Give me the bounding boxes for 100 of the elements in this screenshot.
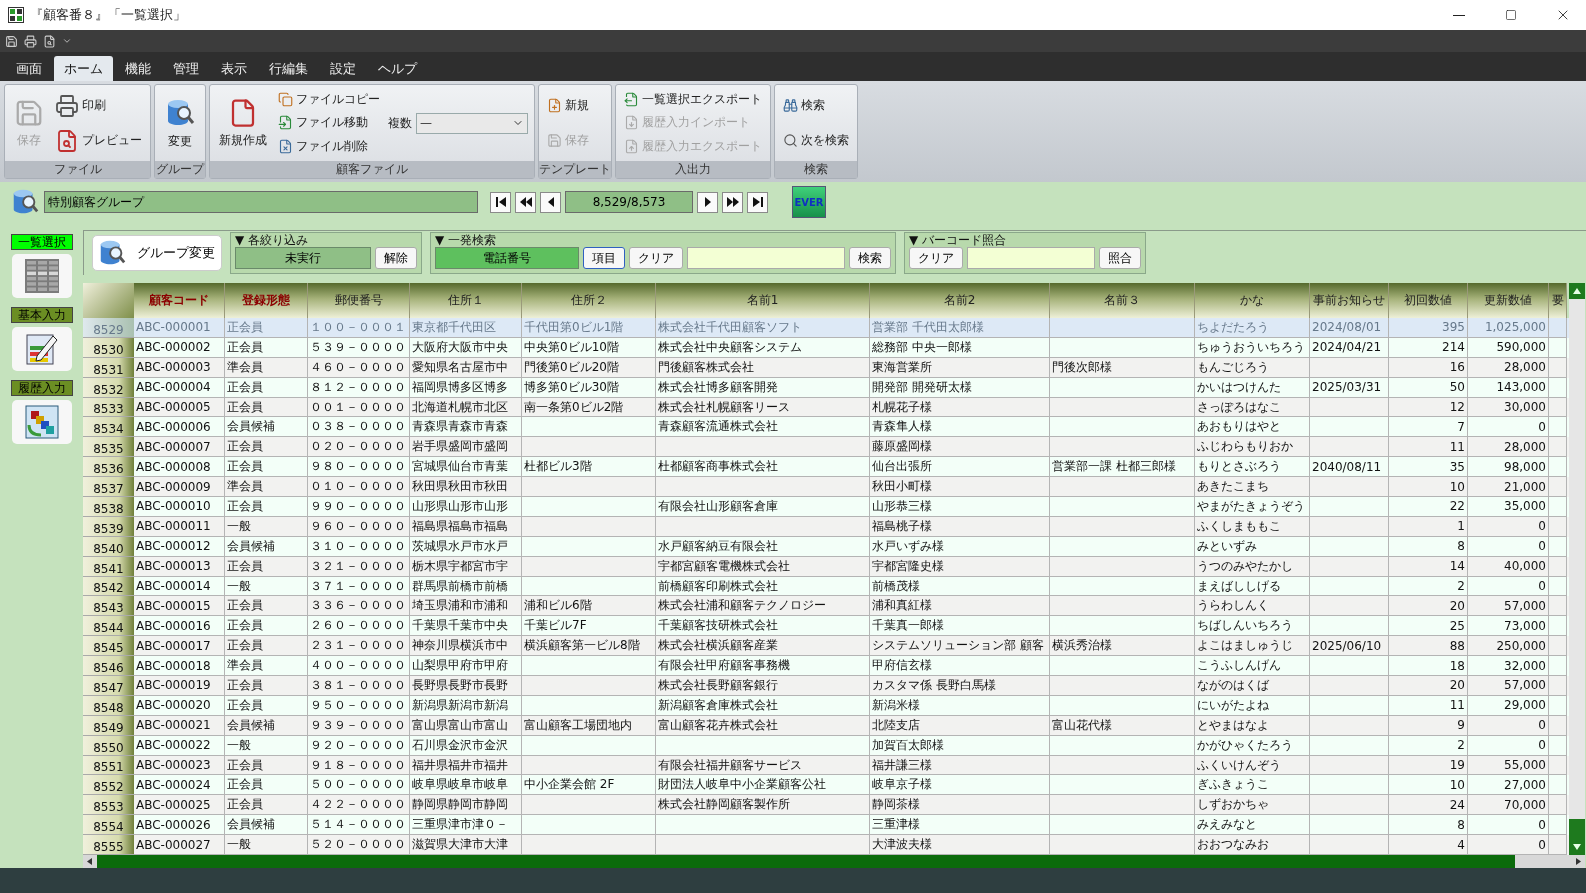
column-header[interactable]: 顧客コード	[134, 283, 225, 318]
column-header[interactable]: 要	[1549, 283, 1567, 318]
search-target-field[interactable]: 電話番号	[435, 247, 579, 269]
caret-icon[interactable]	[62, 36, 72, 46]
table-cell: 2025/03/31	[1310, 377, 1389, 398]
column-header[interactable]: 登録形態	[225, 283, 308, 318]
menu-tab[interactable]: 管理	[163, 56, 209, 81]
table-row[interactable]: 8550 ABC-000022 一般 ９２０－００００ 石川県金沢市金沢 加賀百太郎様 かがひゃくたろう 2 0	[83, 735, 1569, 756]
table-row[interactable]: 8532 ABC-000004 正会員 ８１２－００００ 福岡県博多区博多 博多第0ビル30階 株式会社博多顧客開発 開発部 開発研太様 かいはつけんた 2025/03/31 50 143,000	[83, 377, 1569, 398]
row-number: 8551	[83, 755, 134, 776]
nav-button[interactable]	[747, 191, 768, 213]
section-title: ▼ バーコード照合	[909, 233, 1008, 247]
column-header[interactable]: かな	[1195, 283, 1310, 318]
preview-icon[interactable]	[43, 34, 56, 48]
row-number: 8549	[83, 715, 134, 736]
table-row[interactable]: 8549 ABC-000021 会員候補 ９３９－００００ 富山県富山市富山 富山顧客工場団地内 富山顧客花卉株式会社 北陸支店 富山花代様 とやまはなよ 9 0	[83, 715, 1569, 736]
table-row[interactable]: 8537 ABC-000009 準会員 ０１０－００００ 秋田県秋田市秋田 秋田小町様 あきたこまち 10 21,000	[83, 477, 1569, 497]
ribbon-button[interactable]: 新規作成	[216, 88, 270, 158]
column-header[interactable]: 名前2	[870, 283, 1050, 318]
scroll-thumb[interactable]	[1569, 819, 1585, 840]
ribbon-button[interactable]: 次を検索	[781, 131, 851, 150]
nav-button[interactable]	[540, 191, 561, 213]
table-cell: 新潟顧客倉庫株式会社	[656, 695, 870, 716]
nav-button[interactable]	[697, 191, 718, 213]
column-header[interactable]: 初回数値	[1389, 283, 1468, 318]
table-row[interactable]: 8546 ABC-000018 準会員 ４００－００００ 山梨県甲府市甲府 有限会社甲府顧客事務機 甲府信玄様 こうふしんげん 18 32,000	[83, 656, 1569, 677]
table-row[interactable]: 8541 ABC-000013 正会員 ３２１－００００ 栃木県宇都宮市宇 宇都宮顧客電機株式会社 宇都宮隆史様 うつのみやたかし 14 40,000	[83, 556, 1569, 577]
ribbon-button[interactable]: プレビュー	[53, 127, 144, 154]
ribbon-button[interactable]: ファイル移動	[276, 113, 382, 133]
menu-tab[interactable]: ホーム	[54, 56, 113, 81]
save-icon[interactable]	[5, 34, 18, 48]
table-row[interactable]: 8534 ABC-000006 会員候補 ０３８－００００ 青森県青森市青森 青森顧客流通株式会社 青森隼人様 あおもりはやと 7 0	[83, 417, 1569, 438]
ribbon-button[interactable]: 印刷	[53, 92, 144, 119]
table-row[interactable]: 8543 ABC-000015 正会員 ３３６－００００ 埼玉県浦和市浦和 浦和ビル6階 株式会社浦和顧客テクノロジー 浦和真紅様 うらわしんく 20 57,000	[83, 596, 1569, 617]
table-row[interactable]: 8555 ABC-000027 一般 ５２０－００００ 滋賀県大津市大津 大津波夫様 おおつなみお 4 0	[83, 835, 1569, 856]
ribbon-button[interactable]: 検索	[781, 96, 851, 115]
ribbon-button[interactable]: ファイルコピー	[276, 90, 382, 110]
table-row[interactable]: 8540 ABC-000012 会員候補 ３１０－００００ 茨城県水戸市水戸 水戸顧客納豆有限会社 水戸いずみ様 みといずみ 8 0	[83, 536, 1569, 557]
sidebar-button[interactable]	[11, 400, 72, 444]
ribbon-button[interactable]: 変更	[161, 88, 199, 158]
sidebar-button[interactable]	[11, 327, 72, 371]
clear-button[interactable]: クリア	[909, 247, 963, 269]
table-row[interactable]: 8538 ABC-000010 正会員 ９９０－００００ 山形県山形市山形 有限会社山形顧客倉庫 山形恭三様 やまがたきょうぞう 22 35,000	[83, 497, 1569, 517]
table-row[interactable]: 8552 ABC-000024 正会員 ５００－００００ 岐阜県岐阜市岐阜 中小企業会館 2F 財団法人岐阜中小企業顧客公社 岐阜京子様 ぎふきょうこ 10 27,000	[83, 775, 1569, 796]
table-row[interactable]: 8535 ABC-000007 正会員 ０２０－００００ 岩手県盛岡市盛岡 藤原盛岡様 ふじわらもりおか 11 28,000	[83, 437, 1569, 458]
column-header[interactable]: 住所１	[410, 283, 522, 318]
table-row[interactable]: 8529 ABC-000001 正会員 １００－０００１ 東京都千代田区 千代田第0ビル1階 株式会社千代田顧客ソフト 営業部 千代田太郎様 ちよだたろう 2024/08/01 395 1,025,000	[83, 318, 1569, 338]
nav-button[interactable]	[490, 191, 511, 213]
ribbon-button[interactable]: 新規	[545, 96, 591, 115]
group-change-button[interactable]: グループ変更	[92, 235, 222, 271]
table-cell: 143,000	[1468, 377, 1549, 398]
table-row[interactable]: 8542 ABC-000014 一般 ３７１－００００ 群馬県前橋市前橋 前橋顧客印刷株式会社 前橋茂様 まえばししげる 2 0	[83, 576, 1569, 597]
table-row[interactable]: 8553 ABC-000025 正会員 ４２２－００００ 静岡県静岡市静岡 株式会社静岡顧客製作所 静岡茶様 しずおかちゃ 24 70,000	[83, 795, 1569, 816]
row-number: 8543	[83, 596, 134, 617]
menu-tab[interactable]: 表示	[211, 56, 257, 81]
clear-button[interactable]: 解除	[375, 247, 417, 269]
table-row[interactable]: 8554 ABC-000026 会員候補 ５１４－００００ 三重県津市津０－ 三重津様 みえみなと 8 0	[83, 815, 1569, 836]
table-row[interactable]: 8548 ABC-000020 正会員 ９５０－００００ 新潟県新潟市新潟 新潟顧客倉庫株式会社 新潟米様 にいがたよね 11 29,000	[83, 695, 1569, 716]
scroll-down-button[interactable]	[1569, 839, 1585, 856]
table-row[interactable]: 8547 ABC-000019 正会員 ３８１－００００ 長野県長野市長野 株式会社長野顧客銀行 カスタマ係 長野白馬様 ながのはくば 20 57,000	[83, 676, 1569, 696]
menu-tab[interactable]: 行編集	[259, 56, 318, 81]
table-cell: カスタマ係 長野白馬様	[870, 676, 1050, 696]
column-header[interactable]: 名前３	[1050, 283, 1195, 318]
dropdown[interactable]: —	[416, 112, 528, 134]
ribbon-button[interactable]: 一覧選択エクスポート	[622, 90, 764, 110]
column-header[interactable]: 更新数値	[1468, 283, 1549, 318]
table-cell: ABC-000002	[134, 337, 225, 358]
group-field[interactable]: 特別顧客グループ	[44, 191, 478, 213]
column-header[interactable]: 郵便番号	[308, 283, 410, 318]
column-header[interactable]: 住所２	[522, 283, 656, 318]
item-button[interactable]: 項目	[583, 247, 625, 269]
menu-tab[interactable]: 画面	[6, 56, 52, 81]
menu-tab[interactable]: 設定	[320, 56, 366, 81]
table-row[interactable]: 8536 ABC-000008 正会員 ９８０－００００ 宮城県仙台市青葉 杜都ビル3階 杜都顧客商事株式会社 仙台出張所 営業部一課 杜都三郎様 もりとさぶろう 2040/08/11 35 98,000	[83, 457, 1569, 478]
table-row[interactable]: 8544 ABC-000016 正会員 ２６０－００００ 千葉県千葉市中央 千葉ビル7F 千葉顧客技研株式会社 千葉真一郎様 ちばしんいちろう 25 73,000	[83, 616, 1569, 637]
printer-icon[interactable]	[24, 34, 37, 48]
clear-button[interactable]: クリア	[629, 247, 683, 269]
vertical-scrollbar[interactable]	[1569, 283, 1585, 856]
table-row[interactable]: 8545 ABC-000017 正会員 ２３１－００００ 神奈川県横浜市中 横浜顧客第一ビル8階 株式会社横浜顧客産業 システムソリューション部 顧客 横浜秀治様 よこはましゅうじ 2025/06/10 88 250,000	[83, 636, 1569, 657]
search-button[interactable]: 検索	[849, 247, 891, 269]
table-row[interactable]: 8539 ABC-000011 一般 ９６０－００００ 福島県福島市福島 福島桃子様 ふくしまももこ 1 0	[83, 516, 1569, 537]
nav-button[interactable]	[515, 191, 536, 213]
column-header[interactable]: 名前1	[656, 283, 870, 318]
column-header[interactable]: 事前お知らせ	[1310, 283, 1389, 318]
table-row[interactable]: 8530 ABC-000002 正会員 ５３９－００００ 大阪府大阪市中央 中央第0ビル10階 株式会社中央顧客システム 総務部 中央一郎様 ちゅうおういちろう 2024/04/21 214 590,000	[83, 337, 1569, 358]
ribbon-button[interactable]: ファイル削除	[276, 136, 382, 156]
scroll-up-button[interactable]	[1569, 283, 1585, 299]
sidebar-button[interactable]	[11, 254, 72, 298]
group-title: 入出力	[616, 161, 770, 178]
search-field[interactable]	[687, 247, 845, 269]
table-row[interactable]: 8533 ABC-000005 正会員 ００１－００００ 北海道札幌市北区 南一条第0ビル2階 株式会社札幌顧客リース 札幌花子様 さっぽろはなこ 12 30,000	[83, 397, 1569, 418]
match-button[interactable]: 照合	[1099, 247, 1141, 269]
table-cell: ABC-000001	[134, 318, 225, 338]
table-row[interactable]: 8531 ABC-000003 準会員 ４６０－００００ 愛知県名古屋市中 門後第0ビル20階 門後顧客株式会社 東海営業所 門後次郎様 もんごじろう 16 28,000	[83, 357, 1569, 378]
table-row[interactable]: 8551 ABC-000023 正会員 ９１８－００００ 福井県福井市福井 有限会社福井顧客サービス 福井謙三様 ふくいけんぞう 19 55,000	[83, 755, 1569, 776]
menu-tab[interactable]: 機能	[115, 56, 161, 81]
barcode-field[interactable]	[967, 247, 1095, 269]
table-cell: 20	[1389, 676, 1468, 696]
nav-button[interactable]	[722, 191, 743, 213]
menu-tab[interactable]: ヘルプ	[368, 56, 427, 81]
